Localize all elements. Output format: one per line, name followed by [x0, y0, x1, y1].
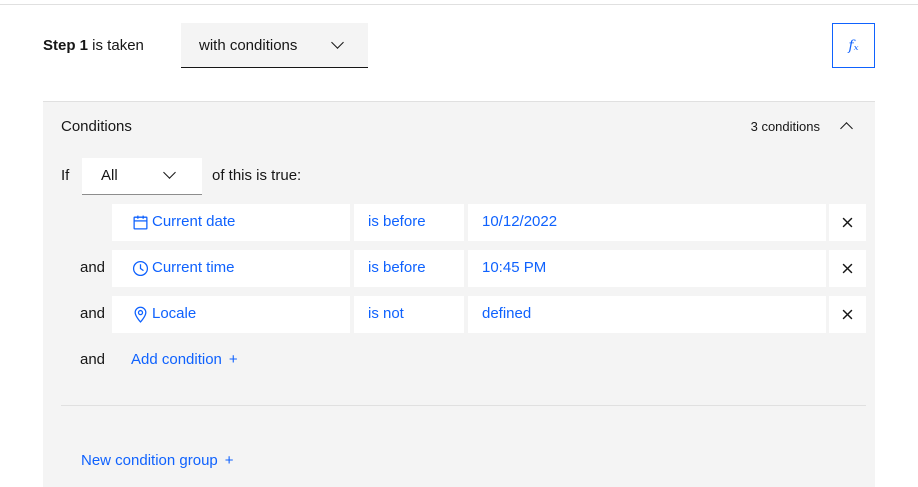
step-condition-value: with conditions [199, 37, 298, 54]
condition-prefix: and [80, 305, 106, 322]
condition-operator-label: is not [368, 305, 404, 322]
function-icon: fₓ [848, 37, 859, 54]
condition-value-label: defined [482, 305, 532, 322]
remove-condition-button[interactable] [829, 296, 866, 333]
if-label: If [61, 167, 70, 184]
add-condition-button[interactable]: Add condition + [131, 351, 238, 368]
calendar-icon [132, 214, 149, 231]
step-row: Step 1 is taken with conditions fₓ [43, 22, 875, 70]
step-label-suffix: is taken [88, 37, 144, 54]
add-icon: + [228, 351, 238, 368]
condition-property-label: Locale [152, 305, 197, 322]
location-icon [132, 306, 149, 323]
close-icon [842, 263, 853, 274]
quantifier-dropdown[interactable]: All [82, 158, 202, 195]
add-condition-label: Add condition [131, 351, 222, 368]
condition-property[interactable]: Current time [112, 250, 350, 287]
condition-property-label: Current date [152, 213, 236, 230]
close-icon [842, 217, 853, 228]
conditions-accordion-header[interactable]: Conditions 3 conditions [43, 102, 875, 150]
condition-operator[interactable]: is not [354, 296, 464, 333]
condition-row: and Current time is before 10:45 PM [43, 250, 875, 287]
condition-row: and Locale is not defined [43, 296, 875, 333]
close-icon [842, 309, 853, 320]
condition-operator[interactable]: is before [354, 204, 464, 241]
step-label: Step 1 is taken [43, 37, 144, 54]
top-divider [0, 4, 918, 5]
step-condition-dropdown[interactable]: with conditions [181, 23, 368, 68]
quantifier-suffix: of this is true: [212, 167, 302, 184]
condition-property-label: Current time [152, 259, 235, 276]
condition-operator-label: is before [368, 259, 426, 276]
condition-prefix: and [80, 351, 106, 368]
conditions-count: 3 conditions [750, 119, 820, 134]
conditions-title: Conditions [61, 118, 132, 135]
group-divider [61, 405, 866, 406]
conditions-panel: Conditions 3 conditions If All of this i… [43, 101, 875, 487]
condition-operator-label: is before [368, 213, 426, 230]
remove-condition-button[interactable] [829, 250, 866, 287]
chevron-down-icon [163, 166, 176, 179]
chevron-up-icon [840, 122, 853, 135]
clock-icon [132, 260, 149, 277]
condition-value[interactable]: defined [468, 296, 826, 333]
remove-condition-button[interactable] [829, 204, 866, 241]
condition-property[interactable]: Current date [112, 204, 350, 241]
new-condition-group-button[interactable]: New condition group + [81, 452, 234, 469]
condition-row: Current date is before 10/12/2022 [43, 204, 875, 241]
step-number: Step 1 [43, 37, 89, 54]
new-condition-group-label: New condition group [81, 452, 218, 469]
add-icon: + [224, 452, 234, 469]
if-row: If All of this is true: [43, 158, 875, 195]
condition-value-label: 10:45 PM [482, 259, 547, 276]
chevron-down-icon [331, 36, 344, 49]
condition-value[interactable]: 10:45 PM [468, 250, 826, 287]
condition-property[interactable]: Locale [112, 296, 350, 333]
expression-button[interactable]: fₓ [832, 23, 875, 68]
condition-value-label: 10/12/2022 [482, 213, 558, 230]
condition-prefix: and [80, 259, 106, 276]
add-condition-row: and Add condition + [43, 342, 875, 379]
quantifier-value: All [101, 167, 118, 184]
condition-operator[interactable]: is before [354, 250, 464, 287]
condition-value[interactable]: 10/12/2022 [468, 204, 826, 241]
